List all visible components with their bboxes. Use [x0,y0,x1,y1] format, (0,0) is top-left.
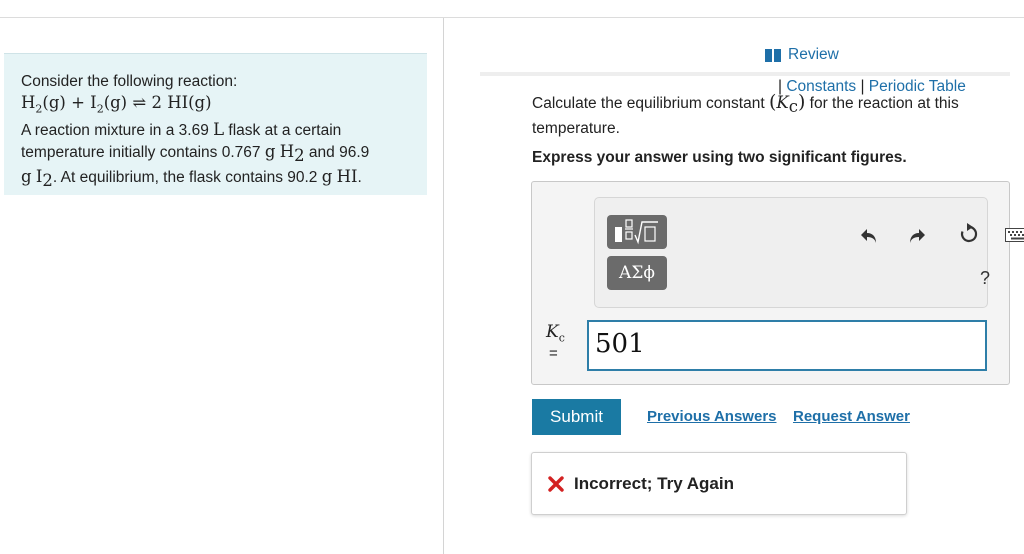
question-text: Calculate the equilibrium constant (Kc) … [532,91,959,138]
problem-line-3: g I2. At equilibrium, the flask contains… [21,167,362,191]
answer-input[interactable]: 501 [587,320,987,371]
templates-button[interactable] [607,215,667,249]
reset-icon [960,223,978,243]
request-answer-link[interactable]: Request Answer [793,408,910,425]
greek-symbols-button[interactable]: ΑΣϕ [607,256,667,290]
redo-icon [910,229,925,243]
reset-button[interactable] [957,222,981,246]
math-toolbar: ΑΣϕ ? [594,197,1024,308]
redo-button[interactable] [905,224,929,248]
close-icon [548,475,564,492]
reaction-equation: H2(g) + I2(g) ⇌ 2 HI(g) [21,93,212,116]
header-rule [480,72,1010,76]
problem-line-1: A reaction mixture in a 3.69 L flask at … [21,120,342,140]
undo-icon [861,229,876,243]
feedback-box: Incorrect; Try Again [531,452,907,515]
previous-answers-link[interactable]: Previous Answers [647,408,777,425]
answer-variable-label: Kc [546,322,565,345]
review-label: Review [788,46,839,63]
help-button[interactable]: ? [980,268,990,289]
top-divider [0,17,1024,18]
equals-sign: = [549,345,558,362]
keyboard-icon [1005,228,1024,242]
templates-icon [615,219,658,245]
undo-button[interactable] [857,224,881,248]
review-link[interactable]: Review [765,46,839,64]
answer-box: ΑΣϕ ? Kc = 501 [531,181,1024,385]
feedback-text: Incorrect; Try Again [574,473,734,493]
panel-divider [443,18,444,554]
problem-panel: Consider the following reaction: H2(g) +… [4,53,427,195]
submit-button[interactable]: Submit [532,399,621,435]
problem-intro: Consider the following reaction: [21,73,238,90]
book-icon [765,48,781,62]
problem-line-2: temperature initially contains 0.767 g H… [21,142,370,166]
keyboard-button[interactable] [1004,226,1024,244]
instruction-text: Express your answer using two significan… [532,149,907,166]
